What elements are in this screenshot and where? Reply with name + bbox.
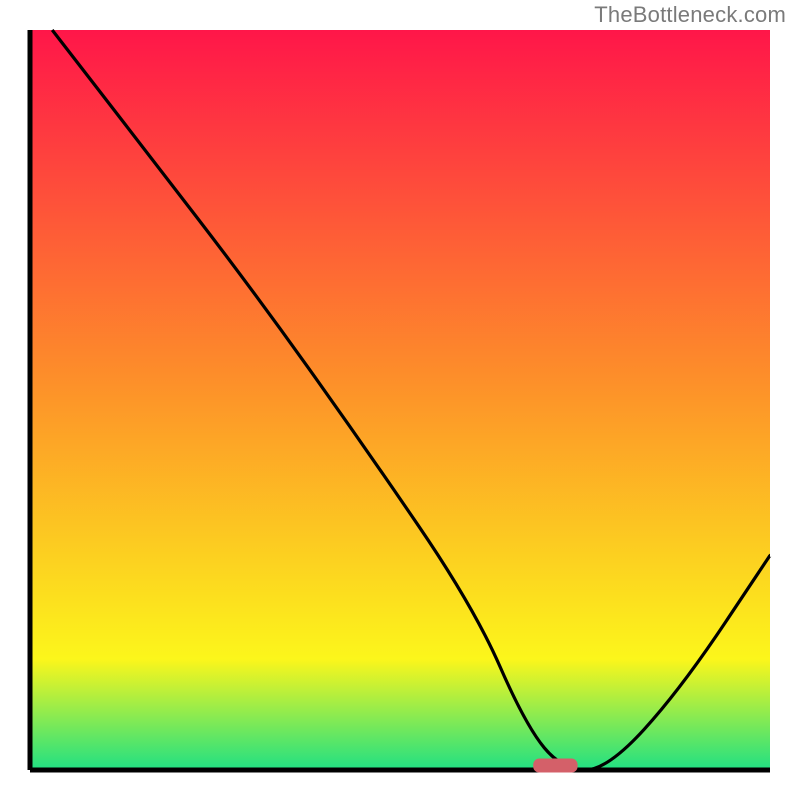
chart-svg [0,0,800,800]
bottleneck-marker [533,759,577,773]
bottleneck-chart: TheBottleneck.com [0,0,800,800]
watermark-text: TheBottleneck.com [594,2,786,28]
plot-background [30,30,770,770]
